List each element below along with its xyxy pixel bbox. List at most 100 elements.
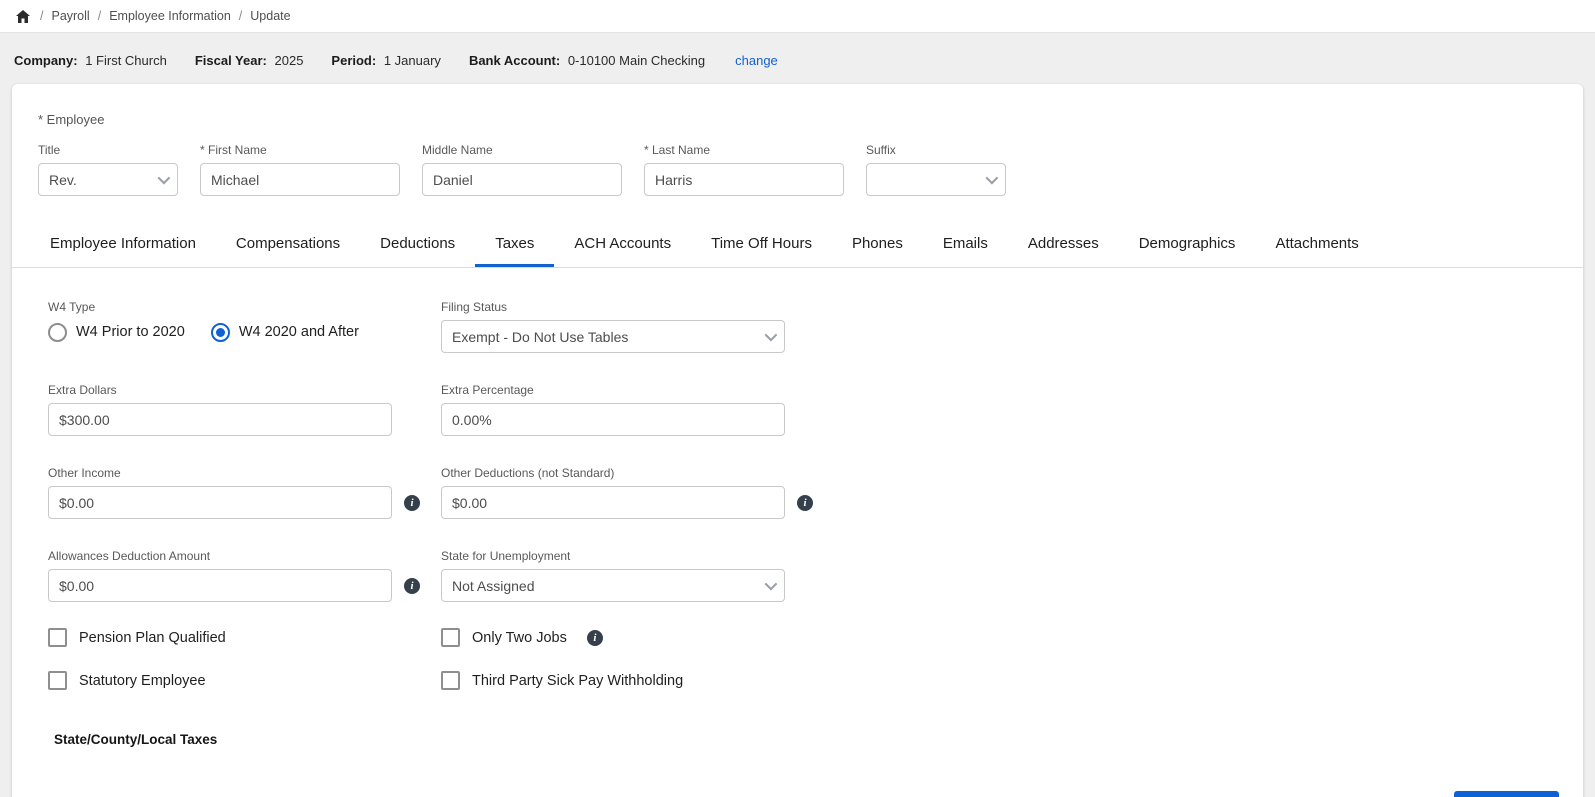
context-period: Period: 1 January: [331, 53, 441, 68]
title-label: Title: [38, 143, 61, 157]
home-icon[interactable]: [16, 9, 30, 23]
extra-percentage-input[interactable]: [441, 403, 785, 436]
third-party-sick-pay-cell: Third Party Sick Pay Withholding: [441, 671, 683, 690]
other-income-label: Other Income: [48, 466, 121, 480]
tab-addresses[interactable]: Addresses: [1008, 222, 1119, 267]
checkbox-icon[interactable]: [441, 628, 460, 647]
suffix-field: Suffix: [866, 143, 1006, 196]
employee-name-fields: Title Rev. * First Name Middle Name * La…: [38, 143, 1557, 196]
last-name-field: * Last Name: [644, 143, 844, 196]
pension-plan-qualified-label: Pension Plan Qualified: [79, 629, 226, 646]
first-name-input[interactable]: [200, 163, 400, 196]
other-row: Other Income i Other Deductions (not Sta…: [48, 466, 1583, 519]
radio-w4-prior-2020[interactable]: W4 Prior to 2020: [48, 322, 185, 342]
filing-status-field: Filing Status Exempt - Do Not Use Tables: [441, 300, 785, 353]
only-two-jobs-cell: Only Two Jobs i: [441, 628, 603, 647]
tab-demographics[interactable]: Demographics: [1119, 222, 1256, 267]
extra-percentage-label: Extra Percentage: [441, 383, 534, 397]
checkbox-icon[interactable]: [48, 671, 67, 690]
info-icon[interactable]: i: [797, 495, 813, 511]
checkbox-icon[interactable]: [441, 671, 460, 690]
chevron-down-icon: [985, 171, 999, 185]
middle-name-field: Middle Name: [422, 143, 622, 196]
w4-filing-row: W4 Type W4 Prior to 2020 W4 2020 and Aft…: [48, 300, 1583, 353]
title-field: Title Rev.: [38, 143, 178, 196]
extra-dollars-input[interactable]: [48, 403, 392, 436]
change-link[interactable]: change: [735, 53, 778, 68]
title-select[interactable]: Rev.: [38, 163, 178, 196]
tab-phones[interactable]: Phones: [832, 222, 923, 267]
w4-type-options: W4 Prior to 2020 W4 2020 and After: [48, 320, 392, 344]
suffix-select[interactable]: [866, 163, 1006, 196]
info-icon[interactable]: i: [404, 578, 420, 594]
employee-update-card: * Employee Title Rev. * First Name Middl…: [12, 84, 1583, 797]
breadcrumb-separator: /: [97, 9, 102, 23]
radio-w4-2020-after[interactable]: W4 2020 and After: [210, 322, 359, 342]
filing-status-value: Exempt - Do Not Use Tables: [452, 328, 629, 345]
statutory-employee-checkbox[interactable]: Statutory Employee: [48, 671, 441, 690]
context-fiscal-year: Fiscal Year: 2025: [195, 53, 304, 68]
bank-account-label: Bank Account:: [468, 53, 561, 68]
chevron-down-icon: [157, 171, 171, 185]
filing-status-select[interactable]: Exempt - Do Not Use Tables: [441, 320, 785, 353]
w4-type-group: W4 Type W4 Prior to 2020 W4 2020 and Aft…: [48, 300, 392, 353]
last-name-label: * Last Name: [644, 143, 711, 157]
company-value: 1 First Church: [85, 53, 167, 68]
other-deductions-field: Other Deductions (not Standard) i: [441, 466, 813, 519]
other-income-field: Other Income i: [48, 466, 420, 519]
breadcrumb-item-employee-information[interactable]: Employee Information: [109, 9, 231, 23]
info-icon[interactable]: i: [586, 629, 603, 646]
allowances-deduction-input[interactable]: [48, 569, 392, 602]
checkbox-row-1: Pension Plan Qualified Only Two Jobs i: [48, 628, 1583, 647]
other-deductions-label: Other Deductions (not Standard): [441, 466, 615, 480]
other-deductions-input[interactable]: [441, 486, 785, 519]
fiscal-year-value: 2025: [274, 53, 304, 68]
allowances-deduction-field: Allowances Deduction Amount i: [48, 549, 420, 602]
tab-employee-information[interactable]: Employee Information: [30, 222, 216, 267]
other-income-input[interactable]: [48, 486, 392, 519]
pension-plan-qualified-checkbox[interactable]: Pension Plan Qualified: [48, 628, 441, 647]
third-party-sick-pay-label: Third Party Sick Pay Withholding: [472, 672, 684, 689]
extra-percentage-field: Extra Percentage: [441, 383, 785, 436]
tab-ach-accounts[interactable]: ACH Accounts: [554, 222, 691, 267]
only-two-jobs-checkbox[interactable]: Only Two Jobs i: [441, 628, 603, 647]
breadcrumb-separator: /: [238, 9, 243, 23]
chevron-down-icon: [764, 577, 778, 591]
pension-plan-cell: Pension Plan Qualified: [48, 628, 441, 647]
state-unemployment-field: State for Unemployment Not Assigned: [441, 549, 785, 602]
fiscal-year-label: Fiscal Year:: [194, 53, 267, 68]
radio-icon[interactable]: [48, 322, 67, 342]
checkbox-icon[interactable]: [48, 628, 67, 647]
tab-emails[interactable]: Emails: [923, 222, 1008, 267]
tab-compensations[interactable]: Compensations: [216, 222, 360, 267]
bank-account-value: 0-10100 Main Checking: [567, 53, 706, 68]
radio-w4-2020-after-label: W4 2020 and After: [238, 324, 359, 340]
period-value: 1 January: [383, 53, 441, 68]
middle-name-label: Middle Name: [422, 143, 493, 157]
employee-tabs: Employee Information Compensations Deduc…: [12, 222, 1583, 268]
page: / Payroll / Employee Information / Updat…: [0, 0, 1595, 797]
extra-dollars-label: Extra Dollars: [48, 383, 117, 397]
add-new-tax-button[interactable]: Add New Tax: [1453, 791, 1559, 797]
state-unemployment-value: Not Assigned: [452, 577, 535, 594]
tab-time-off-hours[interactable]: Time Off Hours: [691, 222, 832, 267]
add-new-tax-button-row: Add New Tax: [48, 791, 1583, 797]
only-two-jobs-label: Only Two Jobs: [472, 629, 567, 646]
context-company: Company: 1 First Church: [14, 53, 167, 68]
info-icon[interactable]: i: [404, 495, 420, 511]
extra-dollars-field: Extra Dollars: [48, 383, 392, 436]
tab-attachments[interactable]: Attachments: [1255, 222, 1378, 267]
radio-icon-checked[interactable]: [210, 322, 230, 342]
state-unemployment-select[interactable]: Not Assigned: [441, 569, 785, 602]
tab-deductions[interactable]: Deductions: [360, 222, 475, 267]
breadcrumb-item-payroll[interactable]: Payroll: [51, 9, 89, 23]
state-unemployment-label: State for Unemployment: [441, 549, 571, 563]
period-label: Period:: [331, 53, 377, 68]
first-name-field: * First Name: [200, 143, 400, 196]
w4-type-label: W4 Type: [48, 300, 96, 314]
radio-w4-prior-2020-label: W4 Prior to 2020: [76, 324, 185, 340]
last-name-input[interactable]: [644, 163, 844, 196]
tab-taxes[interactable]: Taxes: [475, 222, 555, 267]
middle-name-input[interactable]: [422, 163, 622, 196]
third-party-sick-pay-checkbox[interactable]: Third Party Sick Pay Withholding: [441, 671, 683, 690]
